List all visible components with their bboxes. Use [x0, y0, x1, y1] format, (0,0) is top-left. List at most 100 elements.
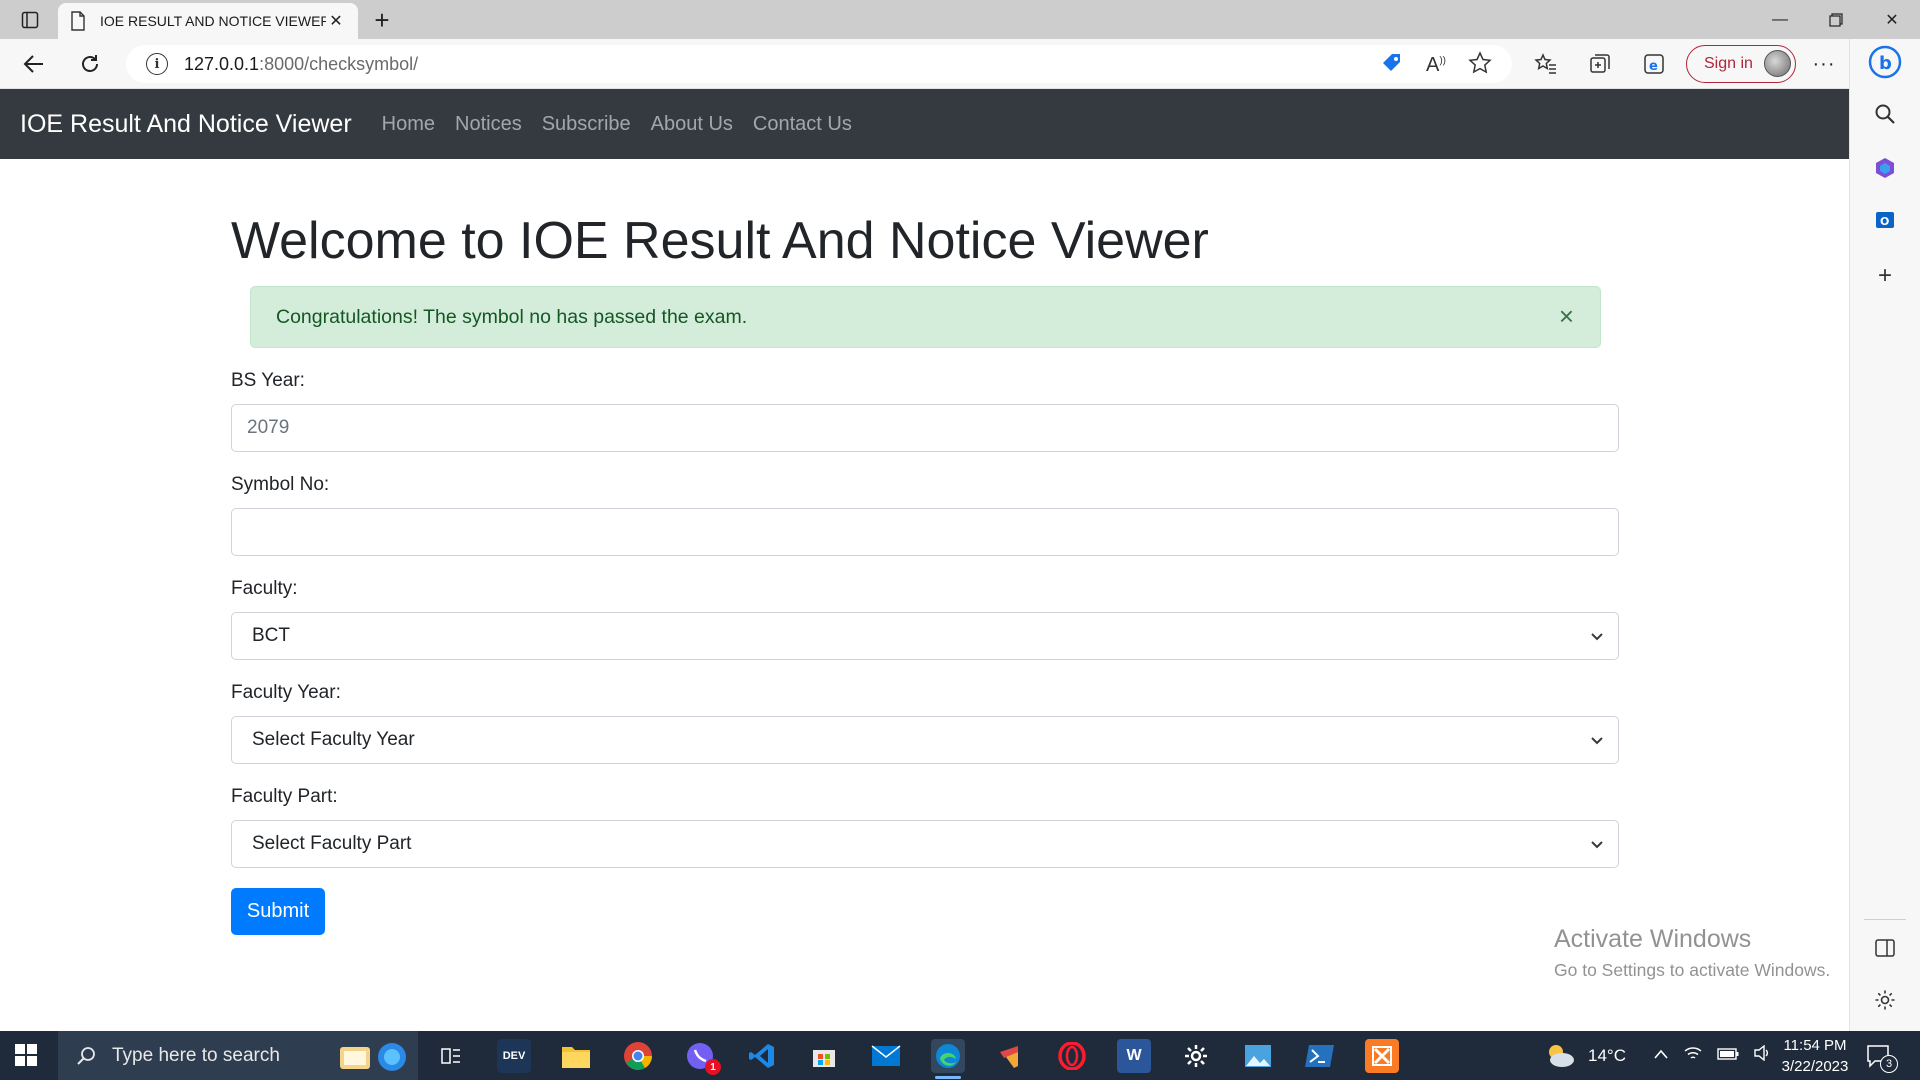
shopping-tag-icon[interactable]: [1380, 51, 1404, 80]
activate-windows-watermark: Activate Windows Go to Settings to activ…: [1554, 925, 1830, 981]
office-icon[interactable]: [1868, 151, 1902, 185]
watermark-title: Activate Windows: [1554, 925, 1752, 953]
outlook-icon[interactable]: O: [1868, 203, 1902, 237]
alert-close-icon[interactable]: ×: [1559, 303, 1574, 329]
edge-sidebar: b O +: [1849, 39, 1920, 1031]
back-arrow-icon[interactable]: [18, 48, 50, 80]
taskbar-clock[interactable]: 11:54 PM 3/22/2023: [1770, 1035, 1860, 1077]
weather-cloud-icon: [1549, 1044, 1574, 1067]
powershell-icon[interactable]: [1303, 1039, 1337, 1073]
faculty-label: Faculty:: [231, 578, 298, 600]
faculty-year-label: Faculty Year:: [231, 682, 341, 704]
bing-chat-icon[interactable]: b: [1868, 45, 1902, 79]
notifications-icon[interactable]: 3: [1866, 1031, 1898, 1080]
weather-widget[interactable]: 14°C: [1544, 1031, 1626, 1080]
tab-close-icon[interactable]: ✕: [326, 11, 346, 31]
search-icon: [77, 1046, 95, 1065]
nav-link-contact-us[interactable]: Contact Us: [753, 113, 852, 136]
weather-temperature: 14°C: [1588, 1045, 1626, 1065]
search-icon[interactable]: [1868, 97, 1902, 131]
svg-text:b: b: [1879, 53, 1892, 74]
ie-mode-icon[interactable]: e: [1638, 48, 1670, 80]
photos-icon[interactable]: [1241, 1039, 1275, 1073]
browser-tab-strip: IOE RESULT AND NOTICE VIEWER ✕ + — ✕: [0, 0, 1920, 39]
minimize-icon[interactable]: —: [1752, 0, 1808, 39]
system-tray: [1653, 1031, 1771, 1080]
volume-icon[interactable]: [1753, 1044, 1771, 1066]
read-aloud-icon[interactable]: A)): [1426, 54, 1446, 77]
nav-link-home[interactable]: Home: [382, 113, 435, 136]
sign-in-button[interactable]: Sign in: [1686, 45, 1796, 83]
main-container: Welcome to IOE Result And Notice Viewer …: [231, 210, 1619, 936]
split-screen-icon[interactable]: [1868, 931, 1902, 965]
new-tab-button[interactable]: +: [368, 5, 396, 35]
submit-button[interactable]: Submit: [231, 888, 325, 936]
navbar-brand[interactable]: IOE Result And Notice Viewer: [20, 110, 352, 139]
nav-link-notices[interactable]: Notices: [455, 113, 522, 136]
page-icon: [71, 11, 85, 31]
opera-icon[interactable]: [1055, 1039, 1089, 1073]
settings-gear-icon[interactable]: [1868, 983, 1902, 1017]
collections-icon[interactable]: [1584, 48, 1616, 80]
windows-taskbar: Type here to search DEV 1 W 14°C 11:54 P…: [0, 1031, 1920, 1080]
restore-icon[interactable]: [1808, 0, 1864, 39]
browser-tab[interactable]: IOE RESULT AND NOTICE VIEWER ✕: [58, 3, 358, 39]
site-info-icon[interactable]: i: [146, 53, 168, 75]
add-favorite-icon[interactable]: [1468, 51, 1492, 80]
faculty-group: Faculty: BCT: [231, 578, 1619, 661]
windows-start-icon[interactable]: [14, 1043, 40, 1069]
favorites-icon[interactable]: [1530, 48, 1562, 80]
battery-icon[interactable]: [1717, 1047, 1739, 1065]
power-bi-icon[interactable]: [993, 1039, 1027, 1073]
show-hidden-icons-chevron-up-icon[interactable]: [1653, 1047, 1669, 1065]
word-icon[interactable]: W: [1117, 1039, 1151, 1073]
symbol-no-label: Symbol No:: [231, 474, 330, 496]
chrome-icon[interactable]: [621, 1039, 655, 1073]
url-text: 127.0.0.1:8000/checksymbol/: [184, 53, 419, 74]
faculty-year-group: Faculty Year: Select Faculty Year: [231, 682, 1619, 765]
bs-year-input[interactable]: [231, 404, 1619, 453]
faculty-part-selected-value: Select Faculty Part: [252, 833, 412, 855]
task-view-icon[interactable]: [434, 1039, 468, 1073]
dev-cpp-icon[interactable]: DEV: [497, 1039, 531, 1073]
symbol-no-group: Symbol No:: [231, 474, 1619, 557]
refresh-icon[interactable]: [74, 48, 106, 80]
taskbar-search-box[interactable]: Type here to search: [58, 1031, 418, 1080]
edge-browser-icon[interactable]: [931, 1039, 965, 1079]
vscode-icon[interactable]: [745, 1039, 779, 1073]
clock-time: 11:54 PM: [1783, 1037, 1847, 1054]
faculty-year-select[interactable]: Select Faculty Year: [231, 716, 1619, 765]
faculty-select[interactable]: BCT: [231, 612, 1619, 661]
settings-app-icon[interactable]: [1179, 1039, 1213, 1073]
symbol-no-input[interactable]: [231, 508, 1619, 557]
avatar: [1764, 50, 1791, 77]
search-highlight-icon: [332, 1037, 412, 1075]
file-explorer-icon[interactable]: [559, 1039, 593, 1073]
tab-actions-icon[interactable]: [16, 8, 44, 32]
wifi-icon[interactable]: [1683, 1045, 1703, 1066]
faculty-part-group: Faculty Part: Select Faculty Part: [231, 786, 1619, 869]
address-bar[interactable]: i 127.0.0.1:8000/checksymbol/ A)): [126, 45, 1512, 83]
faculty-part-select[interactable]: Select Faculty Part: [231, 820, 1619, 869]
page-title: Welcome to IOE Result And Notice Viewer: [231, 212, 1209, 270]
bs-year-label: BS Year:: [231, 370, 305, 392]
xampp-icon[interactable]: [1365, 1039, 1399, 1073]
search-placeholder: Type here to search: [112, 1044, 280, 1066]
more-options-icon[interactable]: ···: [1808, 48, 1840, 80]
mail-icon[interactable]: [869, 1039, 903, 1073]
chevron-down-icon: [1591, 841, 1603, 849]
viber-icon[interactable]: 1: [683, 1039, 721, 1075]
omnibox-icons: A)): [1380, 51, 1492, 80]
sign-in-label: Sign in: [1704, 55, 1753, 72]
notification-count-badge: 3: [1880, 1055, 1898, 1073]
microsoft-store-icon[interactable]: [807, 1039, 841, 1073]
add-sidebar-app-icon[interactable]: +: [1868, 259, 1902, 293]
site-navbar: IOE Result And Notice Viewer Home Notice…: [0, 89, 1849, 159]
watermark-subtitle: Go to Settings to activate Windows.: [1554, 960, 1831, 980]
success-alert: Congratulations! The symbol no has passe…: [250, 286, 1601, 349]
close-window-icon[interactable]: ✕: [1864, 0, 1920, 39]
nav-link-subscribe[interactable]: Subscribe: [542, 113, 631, 136]
svg-text:O: O: [1880, 215, 1889, 228]
tab-title: IOE RESULT AND NOTICE VIEWER: [100, 13, 326, 29]
nav-link-about-us[interactable]: About Us: [651, 113, 733, 136]
